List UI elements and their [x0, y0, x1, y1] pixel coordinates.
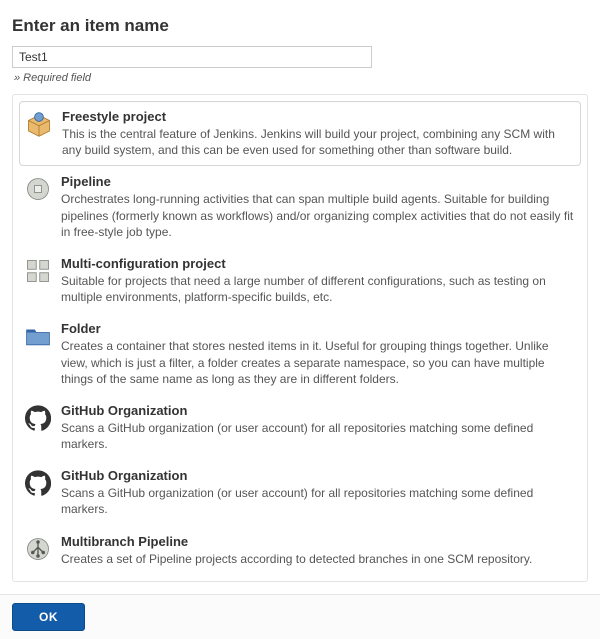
item-type-title: GitHub Organization	[61, 468, 577, 483]
item-type-desc: Scans a GitHub organization (or user acc…	[61, 485, 577, 517]
item-type-desc: Scans a GitHub organization (or user acc…	[61, 420, 577, 452]
item-type-title: Freestyle project	[62, 109, 576, 124]
item-type-desc: Orchestrates long-running activities tha…	[61, 191, 577, 240]
ok-button[interactable]: OK	[12, 603, 85, 631]
item-type-title: Pipeline	[61, 174, 577, 189]
branches-icon	[23, 534, 53, 564]
matrix-icon	[23, 256, 53, 286]
item-name-input[interactable]	[12, 46, 372, 68]
item-type-title: Multi-configuration project	[61, 256, 577, 271]
item-type-title: Multibranch Pipeline	[61, 534, 577, 549]
item-type-freestyle[interactable]: Freestyle project This is the central fe…	[19, 101, 581, 166]
required-field-hint: » Required field	[14, 72, 588, 84]
item-type-folder[interactable]: Folder Creates a container that stores n…	[13, 313, 587, 395]
item-type-list: Freestyle project This is the central fe…	[12, 94, 588, 582]
item-type-desc: Suitable for projects that need a large …	[61, 273, 577, 305]
folder-icon	[23, 321, 53, 351]
github-icon	[23, 468, 53, 498]
item-type-desc: Creates a set of Pipeline projects accor…	[61, 551, 577, 567]
item-type-github-org[interactable]: GitHub Organization Scans a GitHub organ…	[13, 395, 587, 460]
package-icon	[24, 109, 54, 139]
page-heading: Enter an item name	[12, 16, 588, 36]
item-type-multiconfig[interactable]: Multi-configuration project Suitable for…	[13, 248, 587, 313]
item-type-desc: Creates a container that stores nested i…	[61, 338, 577, 387]
pipeline-icon	[23, 174, 53, 204]
item-type-pipeline[interactable]: Pipeline Orchestrates long-running activ…	[13, 166, 587, 248]
footer-bar: OK	[0, 594, 600, 639]
item-type-github-org[interactable]: GitHub Organization Scans a GitHub organ…	[13, 460, 587, 525]
github-icon	[23, 403, 53, 433]
item-type-title: Folder	[61, 321, 577, 336]
item-type-desc: This is the central feature of Jenkins. …	[62, 126, 576, 158]
item-type-title: GitHub Organization	[61, 403, 577, 418]
item-type-multibranch[interactable]: Multibranch Pipeline Creates a set of Pi…	[13, 526, 587, 575]
